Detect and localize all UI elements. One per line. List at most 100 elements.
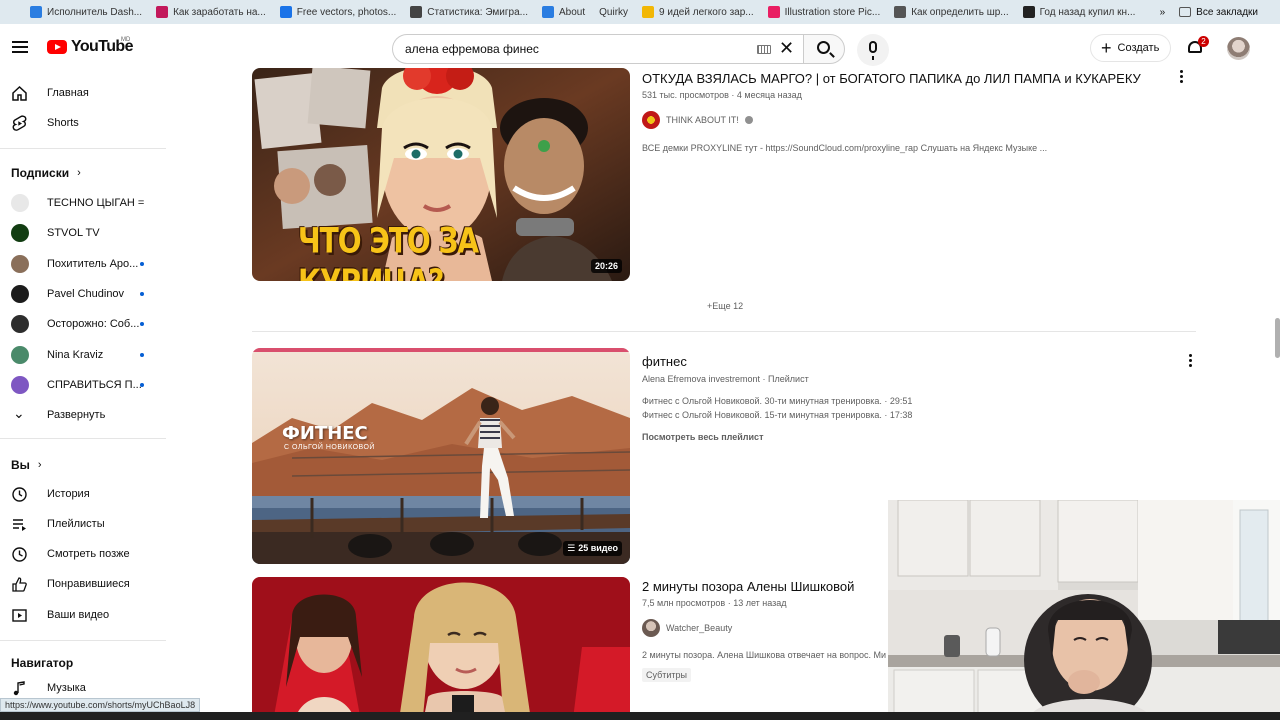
sidebar-item-label: Осторожно: Соб... [47, 318, 140, 331]
video-title[interactable]: 2 минуты позора Алены Шишковой [642, 579, 854, 594]
bookmark-item[interactable]: Illustration store Pic... [767, 6, 881, 18]
sidebar-subscription-item[interactable]: Осторожно: Соб... [0, 310, 166, 338]
playlist-thumbnail-image [252, 348, 630, 564]
bookmark-favicon-icon [30, 6, 42, 18]
bookmark-label: Illustration store Pic... [784, 6, 881, 18]
subscriptions-heading[interactable]: Подписки › [11, 166, 81, 180]
sidebar-subscription-item[interactable]: TECHNO ЦЫГАН = ... [0, 189, 166, 217]
create-button[interactable]: + Создать [1090, 34, 1171, 62]
sidebar-item-label: История [47, 488, 90, 500]
liked-icon [12, 577, 27, 592]
bookmark-label: Free vectors, photos... [296, 6, 397, 18]
bookmark-favicon-icon [542, 6, 554, 18]
video-description: ВСЕ демки PROXYLINE тут - https://SoundC… [642, 143, 1048, 153]
sidebar-item-watch-later[interactable]: Смотреть позже [0, 540, 166, 568]
notifications-button[interactable]: 2 [1187, 36, 1209, 57]
expand-label: Развернуть [47, 409, 106, 421]
channel-avatar [11, 224, 29, 243]
verified-icon [744, 116, 753, 124]
bookmark-label: 9 идей легкого зар... [659, 6, 754, 18]
video-title[interactable]: ОТКУДА ВЗЯЛАСЬ МАРГО? | от БОГАТОГО ПАПИ… [642, 71, 1141, 86]
logo-region: MD [121, 37, 131, 43]
sidebar-subscription-item[interactable]: Похититель Аро... [0, 250, 166, 278]
search-button[interactable] [803, 34, 845, 64]
your-videos-icon [12, 609, 27, 622]
video-channel[interactable]: Watcher_Beauty [642, 619, 732, 637]
bookmark-favicon-icon [279, 6, 292, 18]
playlist-menu-icon[interactable] [1189, 354, 1193, 368]
bookmark-item[interactable]: Статистика: Эмигра... [410, 6, 528, 18]
sidebar-item-label: Nina Kraviz [47, 348, 104, 361]
playlist-icon: ☰ [567, 543, 576, 553]
bookmark-favicon-icon [156, 6, 169, 18]
sidebar-item-your-videos[interactable]: Ваши видео [0, 601, 166, 629]
sidebar-subscription-item[interactable]: STVOL TV [0, 219, 166, 247]
playlists-icon [13, 519, 26, 531]
new-content-dot [140, 382, 144, 387]
bookmark-item[interactable]: Free vectors, photos... [279, 6, 397, 18]
playlist-title[interactable]: фитнес [642, 354, 687, 369]
bookmark-item[interactable]: 9 идей легкого зар... [642, 6, 754, 18]
search-box[interactable]: алена ефремова финес ✕ [392, 34, 803, 64]
notification-badge: 2 [1198, 36, 1209, 47]
bookmark-item[interactable]: Как заработать на... [156, 6, 266, 18]
bookmarks-right: » Все закладки [1151, 0, 1272, 24]
webcam-overlay [888, 500, 1280, 720]
watch-later-icon [12, 547, 27, 562]
channel-avatar [11, 345, 29, 364]
keyboard-icon[interactable] [757, 45, 771, 54]
chevron-right-icon: › [77, 167, 81, 179]
bookmark-favicon-icon [767, 6, 780, 18]
status-bar-url: https://www.youtube.com/shorts/myUChBaoL… [0, 698, 201, 712]
bookmark-item[interactable]: Исполнитель Dash... [30, 6, 142, 18]
bookmarks-more-button[interactable]: » [1160, 7, 1166, 18]
sidebar-item-label: Плейлисты [47, 518, 105, 530]
playlist-meta: Alena Efremova investremont · Плейлист [642, 374, 809, 384]
sidebar-item-liked[interactable]: Понравившиеся [0, 570, 166, 598]
channel-name: Watcher_Beauty [666, 623, 733, 633]
youtube-logo[interactable]: YouTube [47, 38, 133, 56]
playlist-thumb-subtitle: С ОЛЬГОЙ НОВИКОВОЙ [284, 444, 375, 451]
bookmarks-bar: Исполнитель Dash... Как заработать на... F… [0, 0, 1280, 24]
sidebar-expand[interactable]: ⌄ Развернуть [0, 401, 166, 429]
sidebar-item-playlists[interactable]: Плейлисты [0, 510, 166, 538]
channel-avatar [11, 194, 29, 212]
new-content-dot [140, 322, 144, 327]
sidebar-subscription-item[interactable]: СПРАВИТЬСЯ П... [0, 371, 166, 399]
all-bookmarks-button[interactable]: Все закладки [1179, 7, 1258, 18]
sidebar-item-shorts[interactable]: Shorts [0, 109, 166, 137]
sidebar: Главная Shorts Подписки › TECHNO ЦЫГАН =… [0, 72, 168, 720]
bookmark-item[interactable]: About [542, 6, 585, 18]
voice-search-button[interactable] [857, 34, 889, 66]
sidebar-item-history[interactable]: История [0, 480, 166, 508]
subtitles-badge: Субтитры [642, 668, 692, 682]
playlist-thumbnail[interactable]: ФИТНЕС С ОЛЬГОЙ НОВИКОВОЙ ☰ 25 видео [252, 348, 630, 564]
scrollbar-thumb[interactable] [1275, 318, 1280, 358]
bookmark-item[interactable]: Как определить шр... [894, 6, 1009, 18]
video-description: 2 минуты позора. Алена Шишкова отвечает … [642, 650, 886, 660]
video-channel[interactable]: THINK ABOUT IT! [642, 111, 753, 129]
sidebar-subscription-item[interactable]: Pavel Chudinov [0, 280, 166, 308]
video-meta: 7,5 млн просмотров · 13 лет назад [642, 598, 787, 608]
search-input[interactable]: алена ефремова финес [405, 42, 539, 56]
chevron-right-icon: › [37, 459, 42, 471]
view-full-playlist-link[interactable]: Посмотреть весь плейлист [642, 432, 763, 442]
bookmark-item[interactable]: Quirky [599, 7, 628, 18]
sidebar-item-home[interactable]: Главная [0, 79, 166, 107]
you-heading[interactable]: Вы › [11, 458, 42, 472]
bookmark-label: About [559, 6, 586, 18]
show-more-link[interactable]: +Еще 12 [707, 301, 743, 311]
sidebar-subscription-item[interactable]: Nina Kraviz [0, 341, 166, 369]
video-thumbnail[interactable]: ЧТО ЭТО ЗА КУРИЦА? 20:26 [252, 68, 630, 281]
playlist-item[interactable]: Фитнес с Ольгой Новиковой. 30-ти минутна… [642, 396, 912, 406]
playlist-item[interactable]: Фитнес с Ольгой Новиковой. 15-ти минутна… [642, 410, 912, 420]
video-menu-icon[interactable] [1180, 70, 1184, 84]
channel-avatar [11, 375, 29, 394]
menu-icon[interactable] [12, 41, 28, 53]
account-avatar[interactable] [1227, 37, 1250, 60]
sidebar-item-label: Понравившиеся [47, 578, 130, 590]
clear-search-icon[interactable]: ✕ [779, 38, 794, 59]
video-thumbnail[interactable] [252, 577, 630, 720]
you-title: Вы [11, 458, 30, 472]
bookmark-item[interactable]: Год назад купил кн... [1022, 6, 1135, 18]
